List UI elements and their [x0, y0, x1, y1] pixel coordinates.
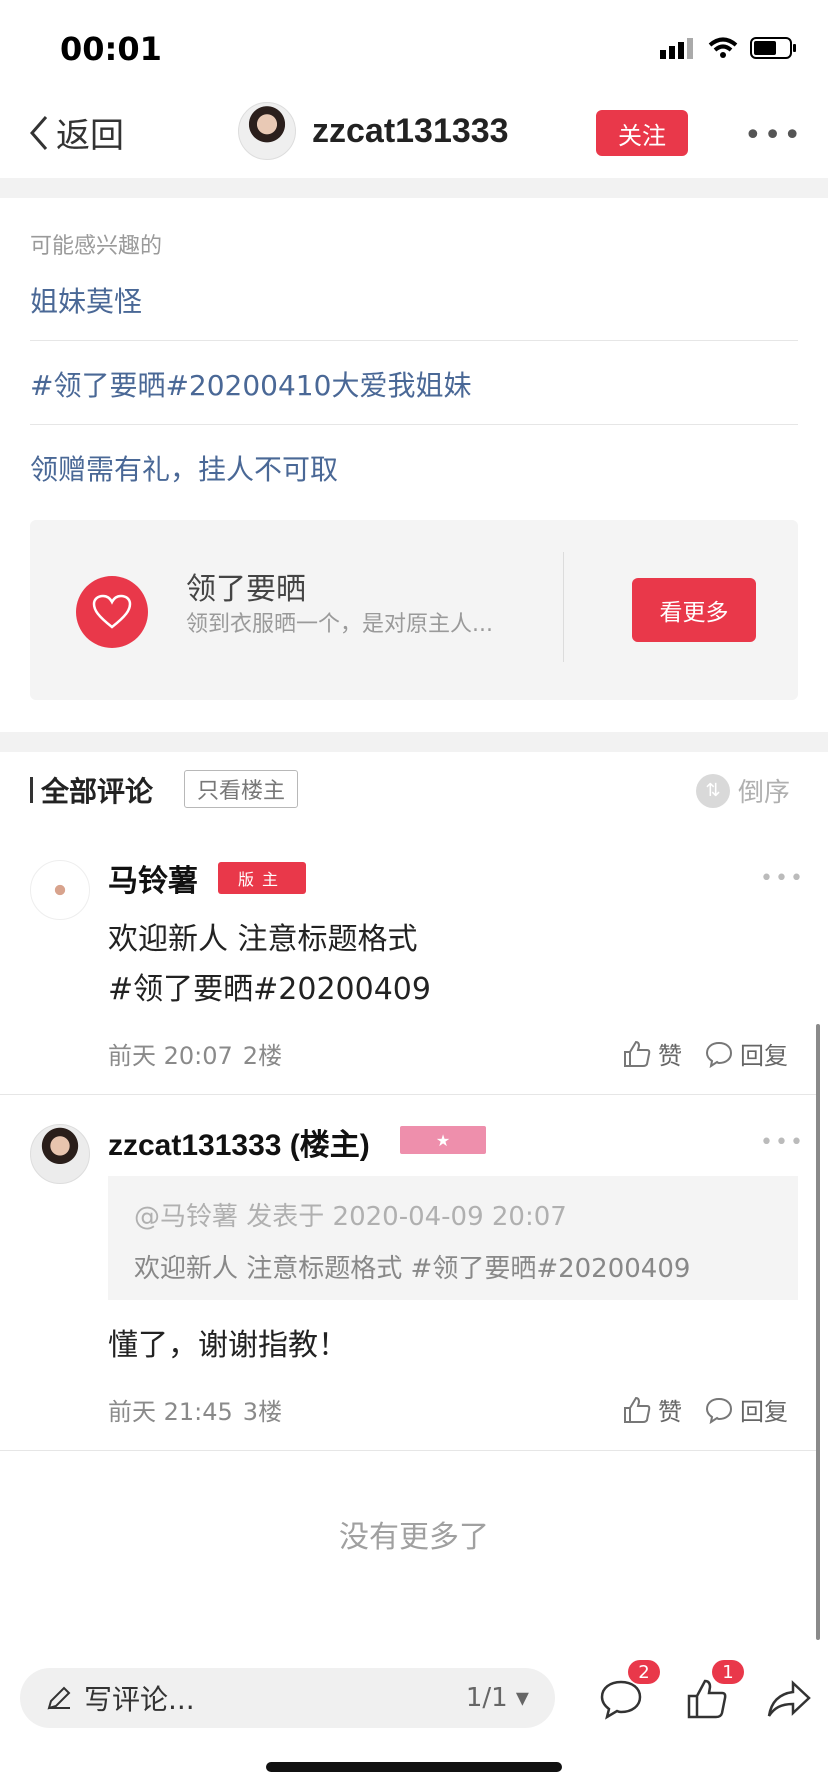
comment-actions: 赞 回复: [622, 1392, 788, 1427]
comment-more-icon[interactable]: •••: [760, 1130, 805, 1155]
title-marker: [30, 777, 33, 803]
interests-title: 可能感兴趣的: [30, 234, 163, 259]
section-divider: [0, 732, 828, 752]
quote-header: @马铃薯 发表于 2020-04-09 20:07: [134, 1202, 567, 1232]
comment-meta: 前天 20:07 2楼: [108, 1036, 282, 1071]
divider: [0, 1450, 816, 1451]
no-more-text: 没有更多了: [339, 1520, 489, 1555]
status-time: 00:01: [60, 30, 162, 68]
reply-label: 回复: [740, 1042, 788, 1070]
avatar[interactable]: [30, 860, 90, 920]
comment-bubble-icon: [705, 1397, 733, 1424]
divider: [30, 340, 798, 341]
comment-floor: 2楼: [242, 1042, 283, 1070]
comment-body-line: 懂了，谢谢指教！: [108, 1328, 348, 1363]
divider: [30, 424, 798, 425]
comment-time: 前天 21:45: [108, 1398, 233, 1426]
heart-icon: [76, 576, 148, 648]
share-button[interactable]: [762, 1672, 816, 1726]
topic-name: 领了要晒: [186, 572, 306, 607]
share-arrow-icon: [767, 1680, 811, 1717]
comment-author[interactable]: zzcat131333 (楼主): [108, 1120, 370, 1164]
comment-actions: 赞 回复: [622, 1036, 788, 1071]
comment-body-line: 欢迎新人 注意标题格式: [108, 922, 418, 957]
divider: [0, 1094, 816, 1095]
quote-body: 欢迎新人 注意标题格式 #领了要晒#20200409: [134, 1254, 691, 1284]
comment-author[interactable]: 马铃薯: [108, 856, 198, 900]
topic-desc: 领到衣服晒一个，是对原主人...: [186, 612, 493, 637]
interest-link[interactable]: 领赠需有礼，挂人不可取: [30, 448, 798, 488]
see-more-button[interactable]: 看更多: [632, 578, 756, 642]
moderator-badge: 版主: [218, 862, 307, 894]
status-icons: [660, 36, 798, 60]
reply-label: 回复: [740, 1398, 788, 1426]
header-username: zzcat131333: [312, 111, 509, 150]
comment-count-badge: 2: [628, 1660, 660, 1684]
divider: [563, 552, 564, 662]
comments-header: 全部评论: [30, 770, 153, 810]
comment-input[interactable]: 写评论... 1/1 ▾: [20, 1668, 555, 1728]
comment-body-line: #领了要晒#20200409: [108, 972, 431, 1007]
like-button[interactable]: 赞: [622, 1392, 682, 1427]
pencil-icon: [47, 1686, 71, 1710]
comment-more-icon[interactable]: •••: [760, 866, 805, 891]
comment-bubble-icon: [600, 1680, 642, 1720]
like-button[interactable]: 赞: [622, 1036, 682, 1071]
like-count-badge: 1: [712, 1660, 744, 1684]
comment-time: 前天 20:07: [108, 1042, 233, 1070]
scrollbar[interactable]: [816, 1024, 820, 1640]
battery-icon: [750, 37, 796, 59]
page-indicator[interactable]: 1/1 ▾: [466, 1683, 529, 1713]
signal-icon: [660, 38, 693, 59]
page-indicator-text: 1/1: [465, 1683, 508, 1713]
comment-input-placeholder: 写评论...: [84, 1683, 195, 1716]
thumbs-up-icon: [624, 1396, 651, 1423]
chevron-left-icon: [30, 115, 48, 150]
interest-link[interactable]: #领了要晒#20200410大爱我姐妹: [30, 364, 798, 404]
sort-label: 倒序: [738, 778, 791, 808]
section-divider: [0, 178, 828, 198]
back-label: 返回: [56, 116, 124, 156]
thumbs-up-icon: [624, 1040, 651, 1067]
back-button[interactable]: 返回: [28, 108, 124, 157]
more-options-icon[interactable]: •••: [744, 118, 803, 153]
sort-icon: ⇅: [696, 773, 730, 808]
avatar[interactable]: [238, 102, 296, 160]
home-indicator: [266, 1762, 562, 1772]
like-label: 赞: [658, 1398, 682, 1426]
reply-button[interactable]: 回复: [704, 1036, 788, 1071]
comment-bubble-icon: [705, 1041, 733, 1068]
avatar[interactable]: [30, 1124, 90, 1184]
star-badge: ★: [400, 1126, 486, 1154]
header-user[interactable]: zzcat131333: [238, 102, 509, 160]
only-op-button[interactable]: 只看楼主: [184, 770, 299, 808]
follow-button[interactable]: 关注: [596, 110, 688, 156]
comments-title: 全部评论: [41, 775, 154, 808]
reply-button[interactable]: 回复: [704, 1392, 788, 1427]
interest-link[interactable]: 姐妹莫怪: [30, 280, 798, 320]
like-label: 赞: [658, 1042, 682, 1070]
comment-floor: 3楼: [242, 1398, 283, 1426]
sort-toggle[interactable]: ⇅ 倒序: [696, 772, 790, 809]
wifi-icon: [708, 37, 738, 58]
comment-meta: 前天 21:45 3楼: [108, 1392, 282, 1427]
